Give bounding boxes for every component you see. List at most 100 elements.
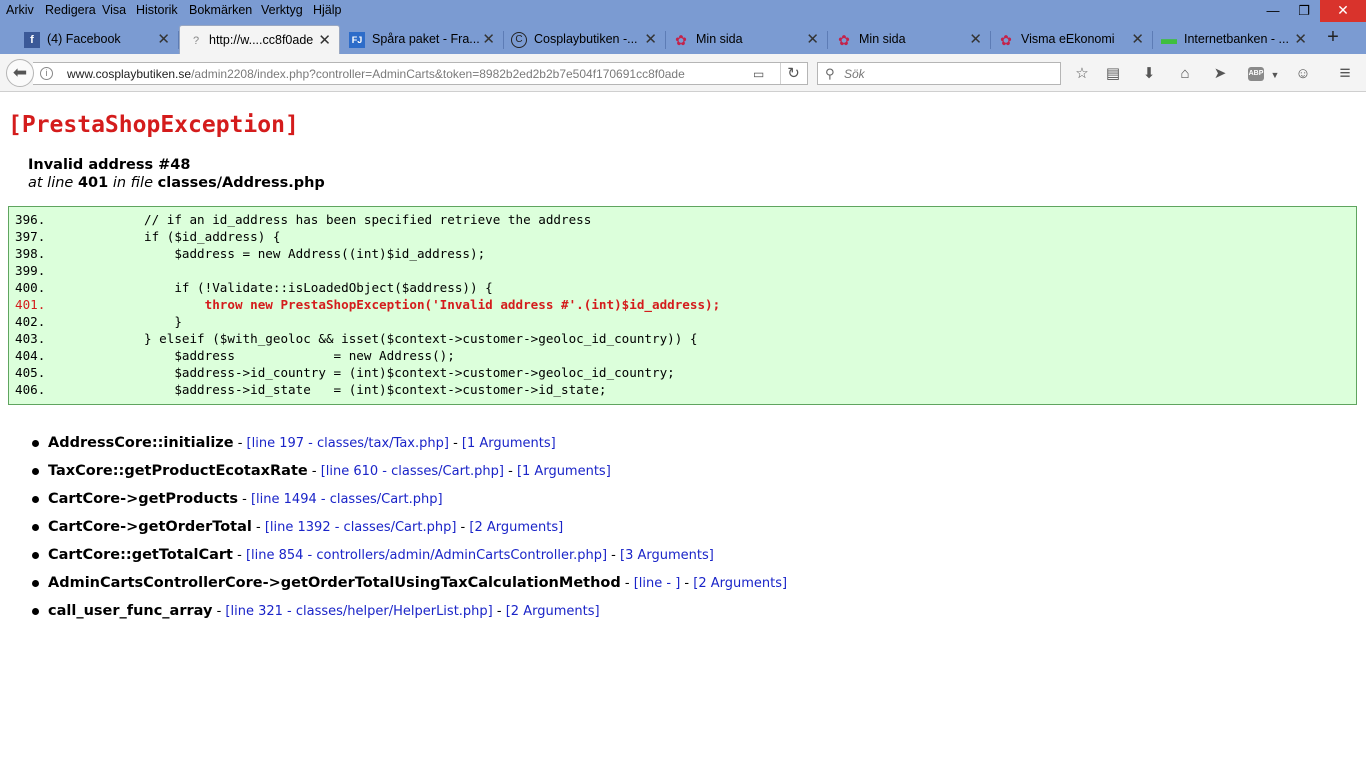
menu-bokmarken[interactable]: Bokmärken	[189, 3, 252, 17]
smiley-icon[interactable]: ☺	[1292, 64, 1314, 84]
trace-line: call_user_func_array - [line 321 - class…	[48, 603, 600, 619]
reader-view-icon[interactable]: ▭	[753, 67, 764, 81]
tab-min-sida-1[interactable]: ✿ Min sida ✕	[665, 25, 827, 54]
error-location: at line 401 in file classes/Address.php	[28, 175, 325, 191]
tab-close-icon[interactable]: ✕	[318, 31, 331, 49]
code-line: 403. } elseif ($with_geoloc && isset($co…	[15, 331, 697, 346]
code-line-text: $address->id_state = (int)$context->cust…	[53, 382, 607, 397]
tab-title: Cosplaybutiken -...	[534, 32, 638, 46]
send-icon[interactable]: ➤	[1209, 64, 1231, 84]
trace-arguments-link[interactable]: [1 Arguments]	[517, 464, 611, 479]
code-line: 400. if (!Validate::isLoadedObject($addr…	[15, 280, 493, 295]
tab-title: http://w....cc8f0ade	[209, 33, 314, 47]
exception-title: [PrestaShopException]	[8, 112, 299, 138]
navigation-bar: i www.cosplaybutiken.se/admin2208/index.…	[0, 54, 1366, 92]
tab-current-page[interactable]: ? http://w....cc8f0ade ✕	[179, 25, 340, 54]
tab-cosplaybutiken[interactable]: C Cosplaybutiken -... ✕	[503, 25, 665, 54]
url-bar[interactable]: i www.cosplaybutiken.se/admin2208/index.…	[33, 62, 808, 85]
trace-location-link[interactable]: [line 321 - classes/helper/HelperList.ph…	[225, 604, 492, 619]
code-line-number: 400.	[15, 280, 46, 295]
code-line: 399.	[15, 263, 53, 278]
reading-list-icon[interactable]: ▤	[1102, 64, 1124, 84]
tab-close-icon[interactable]: ✕	[1131, 30, 1144, 48]
tab-visma[interactable]: ✿ Visma eEkonomi ✕	[990, 25, 1152, 54]
trace-location-link[interactable]: [line - ]	[634, 576, 681, 591]
hamburger-menu-icon[interactable]: ≡	[1334, 64, 1356, 84]
code-line-number: 405.	[15, 365, 46, 380]
trace-details: - [line 197 - classes/tax/Tax.php] - [1 …	[233, 436, 556, 451]
trace-arguments-link[interactable]: [3 Arguments]	[620, 548, 714, 563]
back-button[interactable]: ⬅	[6, 59, 34, 87]
tab-internetbanken[interactable]: ▬ Internetbanken - ... ✕	[1153, 25, 1315, 54]
code-line-text: if ($id_address) {	[53, 229, 281, 244]
menu-bar: Arkiv Redigera Visa Historik Bokmärken V…	[0, 0, 1366, 22]
menu-redigera[interactable]: Redigera	[45, 3, 96, 17]
menu-visa[interactable]: Visa	[102, 3, 126, 17]
at-line-label: at line	[28, 175, 74, 191]
home-icon[interactable]: ⌂	[1174, 64, 1196, 84]
tab-title: (4) Facebook	[47, 32, 121, 46]
trace-location-link[interactable]: [line 1392 - classes/Cart.php]	[265, 520, 457, 535]
url-text[interactable]: www.cosplaybutiken.se/admin2208/index.ph…	[67, 67, 685, 81]
bullet-icon	[32, 552, 39, 559]
code-line: 406. $address->id_state = (int)$context-…	[15, 382, 607, 397]
tab-title: Min sida	[696, 32, 743, 46]
close-window-button[interactable]: ✕	[1320, 0, 1366, 22]
tab-spara-paket[interactable]: FJ Spåra paket - Fra... ✕	[341, 25, 503, 54]
tab-close-icon[interactable]: ✕	[1294, 30, 1307, 48]
downloads-icon[interactable]: ⬇	[1138, 64, 1160, 84]
trace-line: AddressCore::initialize - [line 197 - cl…	[48, 435, 556, 451]
trace-location-link[interactable]: [line 1494 - classes/Cart.php]	[251, 492, 443, 507]
menu-hjalp[interactable]: Hjälp	[313, 3, 342, 17]
trace-location-link[interactable]: [line 197 - classes/tax/Tax.php]	[247, 436, 449, 451]
trace-arguments-link[interactable]: [2 Arguments]	[693, 576, 787, 591]
trace-arguments-link[interactable]: [1 Arguments]	[462, 436, 556, 451]
tab-close-icon[interactable]: ✕	[969, 30, 982, 48]
code-line-number: 404.	[15, 348, 46, 363]
restore-button[interactable]: ❐	[1289, 0, 1319, 22]
error-message: Invalid address #48	[28, 157, 191, 173]
menu-verktyg[interactable]: Verktyg	[261, 3, 303, 17]
trace-location-link[interactable]: [line 610 - classes/Cart.php]	[321, 464, 504, 479]
search-bar[interactable]: ⚲	[817, 62, 1061, 85]
info-icon[interactable]: i	[40, 67, 53, 80]
trace-function-name: AdminCartsControllerCore->getOrderTotalU…	[48, 575, 621, 591]
bullet-icon	[32, 580, 39, 587]
tab-close-icon[interactable]: ✕	[157, 30, 170, 48]
search-icon: ⚲	[825, 66, 835, 81]
trace-details: - [line 1392 - classes/Cart.php] - [2 Ar…	[251, 520, 564, 535]
code-line-text: throw new PrestaShopException('Invalid a…	[53, 297, 721, 312]
trace-location-link[interactable]: [line 854 - controllers/admin/AdminCarts…	[246, 548, 607, 563]
trace-arguments-link[interactable]: [2 Arguments]	[506, 604, 600, 619]
reload-icon[interactable]: ↻	[780, 63, 806, 84]
tab-title: Spåra paket - Fra...	[372, 32, 480, 46]
tab-min-sida-2[interactable]: ✿ Min sida ✕	[828, 25, 990, 54]
bullet-icon	[32, 524, 39, 531]
code-line: 404. $address = new Address();	[15, 348, 455, 363]
code-line-text: } elseif ($with_geoloc && isset($context…	[53, 331, 698, 346]
adblock-icon[interactable]: ABP	[1248, 67, 1264, 81]
tab-close-icon[interactable]: ✕	[644, 30, 657, 48]
menu-arkiv[interactable]: Arkiv	[6, 3, 34, 17]
code-line: 405. $address->id_country = (int)$contex…	[15, 365, 675, 380]
trace-function-name: call_user_func_array	[48, 603, 213, 619]
code-line-text: $address = new Address((int)$id_address)…	[53, 246, 486, 261]
trace-function-name: CartCore->getProducts	[48, 491, 239, 507]
code-line-number: 401.	[15, 297, 46, 312]
trace-function-name: TaxCore::getProductEcotaxRate	[48, 463, 308, 479]
search-input[interactable]	[844, 66, 1044, 82]
tab-facebook[interactable]: f (4) Facebook ✕	[16, 25, 178, 54]
code-line-number: 402.	[15, 314, 46, 329]
menu-historik[interactable]: Historik	[136, 3, 178, 17]
tab-title: Internetbanken - ...	[1184, 32, 1289, 46]
flower-icon: ✿	[1000, 32, 1012, 48]
bookmark-star-icon[interactable]: ☆	[1071, 64, 1093, 84]
minimize-button[interactable]: —	[1258, 0, 1288, 22]
trace-details: - [line 321 - classes/helper/HelperList.…	[212, 604, 600, 619]
chevron-down-icon[interactable]: ▼	[1264, 65, 1286, 85]
tab-close-icon[interactable]: ✕	[806, 30, 819, 48]
tab-close-icon[interactable]: ✕	[482, 30, 495, 48]
code-line-error: 401. throw new PrestaShopException('Inva…	[15, 297, 720, 312]
new-tab-button[interactable]: +	[1322, 27, 1344, 49]
trace-arguments-link[interactable]: [2 Arguments]	[469, 520, 563, 535]
